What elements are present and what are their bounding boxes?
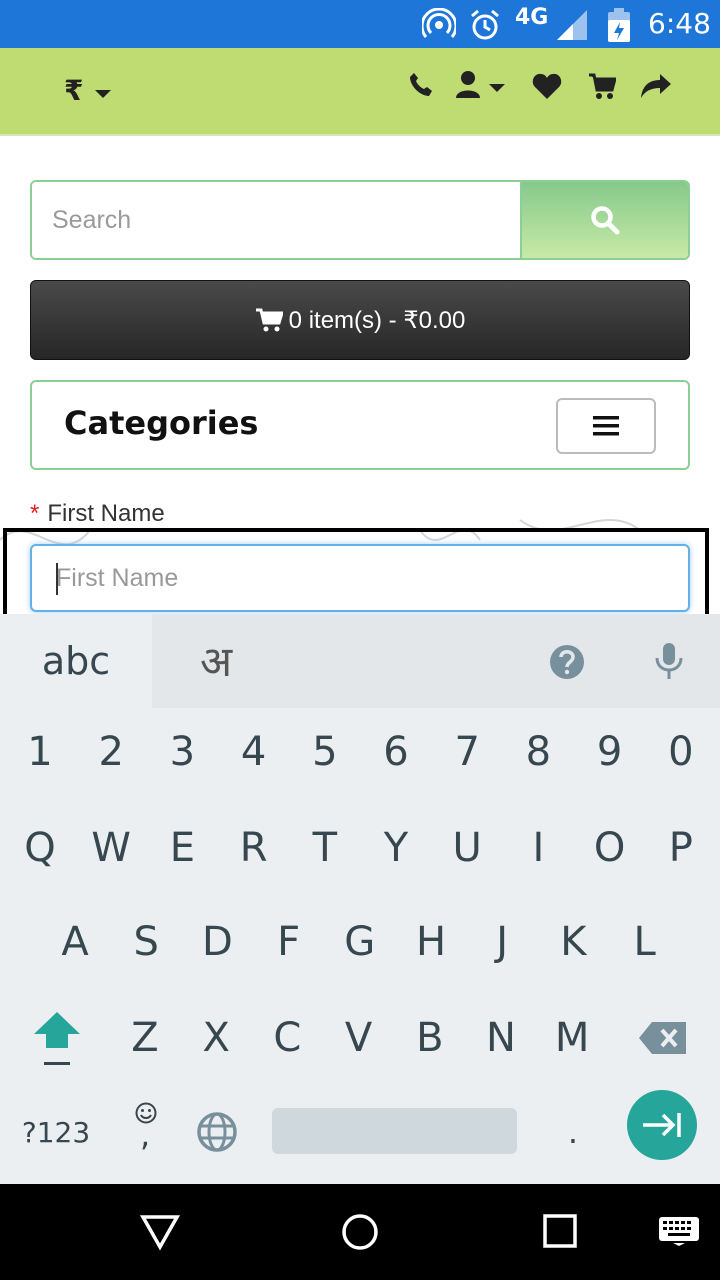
key-r[interactable]: R <box>219 808 289 888</box>
help-icon[interactable] <box>549 644 585 680</box>
key-7[interactable]: 7 <box>432 712 502 792</box>
hamburger-icon <box>593 416 619 436</box>
currency-selector[interactable]: ₹ <box>60 68 120 118</box>
recents-icon[interactable] <box>542 1212 578 1250</box>
keyboard-switch-icon[interactable] <box>658 1216 700 1246</box>
clock: 6:48 <box>648 7 711 40</box>
key-t[interactable]: T <box>290 808 360 888</box>
hotspot-icon <box>422 8 456 38</box>
user-icon <box>456 71 480 98</box>
key-0[interactable]: 0 <box>646 712 716 792</box>
battery-charging-icon <box>608 8 630 42</box>
search-icon <box>591 206 620 235</box>
emoji-comma-key[interactable]: , <box>110 1092 180 1172</box>
required-mark: * <box>30 500 40 527</box>
currency-symbol: ₹ <box>64 74 84 107</box>
key-o[interactable]: O <box>575 808 645 888</box>
cart-summary-button[interactable]: 0 item(s) - ₹0.00 <box>30 280 690 360</box>
key-m[interactable]: M <box>537 998 607 1078</box>
categories-title: Categories <box>64 404 259 442</box>
key-h[interactable]: H <box>396 902 466 982</box>
key-k[interactable]: K <box>538 902 608 982</box>
key-y[interactable]: Y <box>361 808 431 888</box>
key-a[interactable]: A <box>40 902 110 982</box>
key-5[interactable]: 5 <box>290 712 360 792</box>
chevron-down-icon <box>95 90 111 98</box>
site-header: ₹ <box>0 48 720 136</box>
heart-icon[interactable] <box>532 72 562 100</box>
key-f[interactable]: F <box>254 902 324 982</box>
key-z[interactable]: Z <box>110 998 180 1078</box>
cart-icon <box>255 308 283 332</box>
key-1[interactable]: 1 <box>5 712 75 792</box>
period-key[interactable]: . <box>538 1092 608 1172</box>
system-nav-bar <box>0 1184 720 1280</box>
key-x[interactable]: X <box>181 998 251 1078</box>
globe-icon <box>197 1112 237 1152</box>
key-b[interactable]: B <box>395 998 465 1078</box>
backspace-key[interactable] <box>628 998 698 1078</box>
key-9[interactable]: 9 <box>575 712 645 792</box>
home-icon[interactable] <box>340 1212 380 1252</box>
cart-summary-text: 0 item(s) - ₹0.00 <box>288 306 466 334</box>
key-l[interactable]: L <box>610 902 680 982</box>
key-s[interactable]: S <box>111 902 181 982</box>
keyboard-mode-abc[interactable]: abc <box>0 614 152 708</box>
categories-menu-button[interactable] <box>556 398 656 454</box>
text-cursor <box>56 563 58 595</box>
first-name-input[interactable] <box>30 544 690 612</box>
categories-panel: Categories <box>30 380 690 470</box>
key-c[interactable]: C <box>252 998 322 1078</box>
back-icon[interactable] <box>140 1212 180 1252</box>
key-e[interactable]: E <box>147 808 217 888</box>
soft-keyboard: abc अ 1234567890 QWERTYUIOP ASDFGHJKL ZX… <box>0 614 720 1184</box>
keyboard-toolbar: abc अ <box>0 614 720 708</box>
first-name-label: * First Name <box>30 500 165 527</box>
share-icon[interactable] <box>640 72 672 100</box>
next-field-icon <box>643 1113 681 1137</box>
account-menu[interactable] <box>456 70 508 102</box>
enter-key[interactable] <box>627 1090 697 1160</box>
keyboard-mode-hindi[interactable]: अ <box>200 632 232 689</box>
backspace-icon <box>639 1022 686 1054</box>
key-4[interactable]: 4 <box>219 712 289 792</box>
cart-icon[interactable] <box>588 72 616 100</box>
key-v[interactable]: V <box>324 998 394 1078</box>
signal-icon <box>557 10 587 40</box>
microphone-icon[interactable] <box>654 642 684 680</box>
key-j[interactable]: J <box>467 902 537 982</box>
shift-icon <box>34 1012 80 1065</box>
symbols-key[interactable]: ?123 <box>20 1092 92 1172</box>
shift-key[interactable] <box>22 998 92 1078</box>
key-8[interactable]: 8 <box>503 712 573 792</box>
alarm-icon <box>471 9 499 40</box>
search-bar <box>30 180 690 260</box>
space-key[interactable] <box>272 1108 517 1154</box>
key-2[interactable]: 2 <box>76 712 146 792</box>
key-p[interactable]: P <box>646 808 716 888</box>
network-type: 4G <box>515 5 549 30</box>
chevron-down-icon <box>489 84 505 92</box>
key-i[interactable]: I <box>503 808 573 888</box>
comma-label: , <box>140 1116 151 1154</box>
key-g[interactable]: G <box>325 902 395 982</box>
key-u[interactable]: U <box>432 808 502 888</box>
key-q[interactable]: Q <box>5 808 75 888</box>
search-button[interactable] <box>520 182 688 258</box>
key-d[interactable]: D <box>182 902 252 982</box>
key-3[interactable]: 3 <box>147 712 217 792</box>
key-6[interactable]: 6 <box>361 712 431 792</box>
key-n[interactable]: N <box>466 998 536 1078</box>
search-input[interactable] <box>32 182 522 258</box>
phone-icon[interactable] <box>408 72 434 98</box>
key-w[interactable]: W <box>76 808 146 888</box>
status-bar: 4G 6:48 <box>0 0 720 48</box>
language-key[interactable] <box>182 1092 252 1172</box>
